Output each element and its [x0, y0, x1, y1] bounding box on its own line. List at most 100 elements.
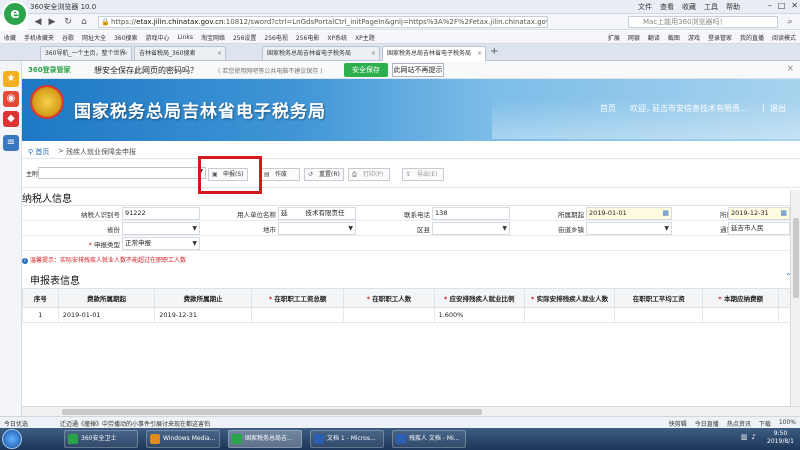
minimize-icon[interactable]: –	[768, 1, 772, 10]
safe-save-button[interactable]: 安全保存	[344, 63, 388, 77]
start-button[interactable]	[2, 429, 22, 449]
ext-item[interactable]: 游戏	[688, 33, 700, 42]
ext-item[interactable]: 我的直播	[740, 33, 764, 42]
weibo-icon[interactable]: ◉	[3, 91, 19, 107]
ext-item[interactable]: 截图	[668, 33, 680, 42]
close-icon[interactable]: ×	[786, 64, 794, 74]
never-prompt-button[interactable]: 此网站不再提示	[392, 63, 444, 77]
tab-search[interactable]: 吉林省税局_360搜索 ×	[134, 46, 226, 60]
bookmark-item[interactable]: 收藏	[4, 33, 16, 42]
close-icon[interactable]: ✕	[791, 1, 798, 10]
close-icon[interactable]: ×	[123, 47, 128, 60]
bookmark-item[interactable]: 手机收藏夹	[24, 33, 54, 42]
browser-search-input[interactable]: Mac上能用360浏览器吗！	[628, 16, 778, 28]
cell-index: 1	[22, 307, 59, 323]
url-field[interactable]: 🔒 https://etax.jilin.chinatax.gov.cn:1081…	[98, 16, 548, 28]
ext-item[interactable]: 阅读模式	[772, 33, 796, 42]
bookmark-item[interactable]: 网址大全	[82, 33, 106, 42]
menu-view[interactable]: 查看	[660, 2, 674, 12]
volume-icon[interactable]: ♪	[752, 433, 756, 441]
search-icon[interactable]: ⌕	[784, 16, 796, 28]
calendar-icon[interactable]: ▦	[662, 208, 669, 219]
reset-button[interactable]: ↺ 重置(R)	[304, 168, 344, 181]
bookmark-item[interactable]: XP系统	[327, 33, 347, 42]
browser-logo[interactable]: e	[2, 1, 28, 27]
bookmark-item[interactable]: 360搜索	[114, 33, 137, 42]
close-icon[interactable]: ×	[477, 47, 482, 60]
tab-etax-1[interactable]: 国家税务总局吉林省电子税务局 ×	[262, 46, 380, 60]
status-item[interactable]: 快剪辑	[669, 419, 687, 428]
city-select[interactable]: ▼	[278, 222, 356, 235]
bookmark-item[interactable]: Links	[178, 34, 193, 41]
district-select[interactable]: ▼	[432, 222, 510, 235]
tab-etax-active[interactable]: 国家税务总局吉林省电子税务局 ×	[382, 46, 486, 61]
status-item[interactable]: 热点资讯	[727, 419, 751, 428]
news-ticker[interactable]: 迁迈通《撞禅》中劳播动的小事件引展讨来现在都这害怕	[60, 419, 210, 428]
ext-item[interactable]: 扩展	[608, 33, 620, 42]
app-icon[interactable]: ◆	[3, 111, 19, 127]
breadcrumb-home[interactable]: ⚲ 首页	[28, 147, 49, 157]
street-select[interactable]: ▼	[586, 222, 672, 235]
taskbar-item[interactable]: 文档 1 - Micros...	[310, 430, 384, 448]
bookmark-item[interactable]: XP主题	[355, 33, 375, 42]
home-link[interactable]: 首页	[600, 103, 616, 114]
bookmark-item[interactable]: 谷歌	[62, 33, 74, 42]
taskbar-item[interactable]: 360安全卫士	[64, 430, 138, 448]
province-label: 省份	[107, 226, 120, 234]
today-picks[interactable]: 今日优选	[4, 419, 28, 428]
menu-help[interactable]: 帮助	[726, 2, 740, 12]
phone-field[interactable]: 138	[432, 207, 510, 220]
taskbar-item[interactable]: 国家税务总局吉...	[228, 430, 302, 448]
ext-item[interactable]: 翻译	[648, 33, 660, 42]
bookmark-item[interactable]: 淘宝网络	[201, 33, 225, 42]
taxpayer-id-label: 纳税人识别号	[81, 211, 120, 219]
list-icon[interactable]: ≡	[3, 135, 19, 151]
menu-favorites[interactable]: 收藏	[682, 2, 696, 12]
star-icon[interactable]: ★	[3, 71, 19, 87]
clock[interactable]: 9:50 2019/8/1	[767, 430, 794, 446]
bookmark-item[interactable]: 256设置	[233, 33, 256, 42]
refresh-icon[interactable]: ↻	[62, 16, 74, 28]
close-icon[interactable]: ×	[217, 47, 222, 60]
horizontal-scrollbar[interactable]	[22, 406, 800, 416]
maximize-icon[interactable]: □	[778, 1, 786, 10]
address-field[interactable]: 延吉市人民	[728, 222, 790, 235]
calendar-icon[interactable]: ▦	[780, 208, 787, 219]
main-tax-select[interactable]: ▼	[38, 167, 206, 179]
close-icon[interactable]: ×	[371, 47, 376, 60]
export-button[interactable]: ⇪ 导出(E)	[402, 168, 444, 181]
ext-item[interactable]: 登录管家	[708, 33, 732, 42]
print-button[interactable]: ⎙ 打印(P)	[348, 168, 390, 181]
tab-360-nav[interactable]: 360导航_一个主页，整个世界 ×	[40, 46, 132, 60]
cell-actual-disabled-count[interactable]	[523, 307, 616, 323]
scroll-thumb[interactable]	[62, 409, 482, 415]
menu-file[interactable]: 文件	[638, 2, 652, 12]
forward-icon[interactable]: ▶	[46, 16, 58, 28]
bookmark-item[interactable]: 游戏中心	[146, 33, 170, 42]
logout-link[interactable]: 退出	[770, 103, 786, 114]
province-select[interactable]: ▼	[122, 222, 200, 235]
status-item[interactable]: 下载	[759, 419, 771, 428]
scroll-thumb[interactable]	[793, 218, 799, 298]
bookmark-item[interactable]: 256电视	[264, 33, 287, 42]
vertical-scrollbar[interactable]	[790, 190, 800, 406]
menu-tools[interactable]: 工具	[704, 2, 718, 12]
taskbar-item[interactable]: 残疾人 文档 - Mi...	[392, 430, 466, 448]
declare-type-select[interactable]: 正常申报 ▼	[122, 237, 200, 250]
network-icon[interactable]: ▥	[741, 433, 748, 441]
ext-item[interactable]: 网银	[628, 33, 640, 42]
home-icon[interactable]: ⌂	[78, 16, 90, 28]
cell-total-wages[interactable]	[250, 307, 345, 323]
zoom-level[interactable]: 100%	[779, 419, 796, 428]
void-button[interactable]: ▤ 作废	[260, 168, 300, 181]
cell-employee-count[interactable]	[343, 307, 435, 323]
status-item[interactable]: 今日直播	[695, 419, 719, 428]
period-start-field[interactable]: 2019-01-01 ▦	[586, 207, 672, 220]
new-tab-icon[interactable]: +	[490, 46, 498, 57]
chevron-down-icon: ▼	[664, 225, 669, 232]
back-icon[interactable]: ◀	[32, 16, 44, 28]
bookmark-item[interactable]: 256电影	[296, 33, 319, 42]
taskbar-item[interactable]: Windows Media...	[146, 430, 220, 448]
breadcrumb-current: 残疾人就业保障金申报	[66, 148, 136, 156]
period-end-field[interactable]: 2019-12-31 ▦	[728, 207, 790, 220]
